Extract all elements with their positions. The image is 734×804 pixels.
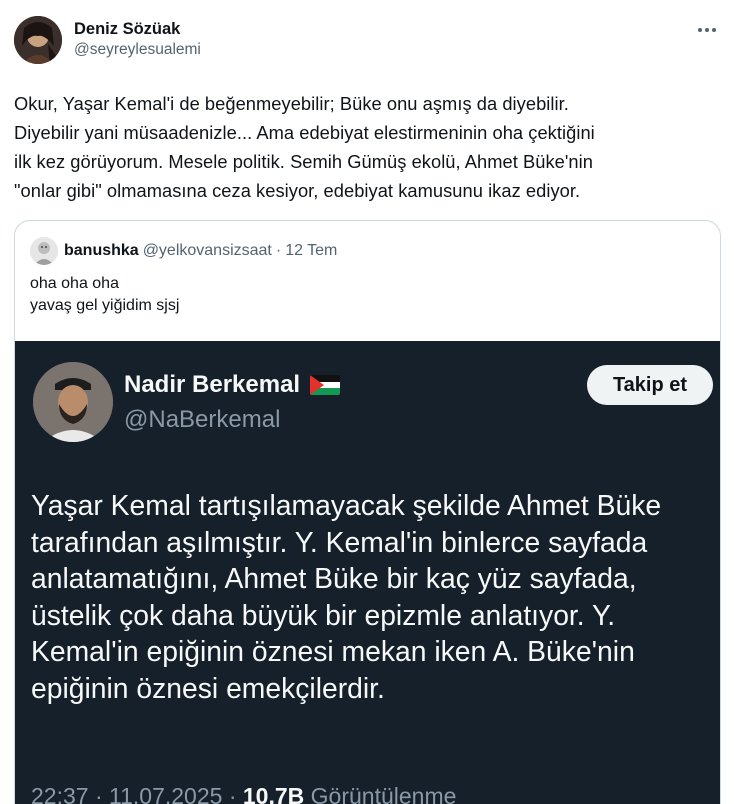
embedded-view-count: 10,7B <box>242 783 305 804</box>
quote-date[interactable]: 12 Tem <box>285 241 337 261</box>
avatar[interactable] <box>14 16 62 64</box>
embedded-date: 11.07.2025 <box>109 783 223 804</box>
embedded-time: 22:37 <box>31 783 89 804</box>
quote-text: oha oha oha yavaş gel yiğidim sjsj <box>30 275 180 314</box>
separator-dot: · <box>275 242 282 259</box>
quote-header: banushka @yelkovansizsaat · 12 Tem <box>30 237 337 265</box>
tweet-author: Deniz Sözüak @seyreylesualemi <box>14 16 201 64</box>
embedded-tweet-text: Yaşar Kemal tartışılamayacak şekilde Ahm… <box>31 489 662 704</box>
embedded-avatar <box>33 362 113 442</box>
author-handle[interactable]: @seyreylesualemi <box>74 40 201 60</box>
more-options-icon[interactable] <box>696 22 718 38</box>
embedded-views-label: Görüntülenme <box>310 783 457 804</box>
palestine-flag-icon <box>310 375 341 395</box>
separator-dot: · <box>94 783 103 804</box>
quote-media-image[interactable]: Nadir Berkemal @NaBerkemal Takip et Yaşa… <box>15 341 720 804</box>
separator-dot: · <box>228 783 237 804</box>
quote-author-handle[interactable]: @yelkovansizsaat <box>143 241 272 261</box>
quote-avatar[interactable] <box>30 237 58 265</box>
author-name[interactable]: Deniz Sözüak <box>74 19 201 39</box>
embedded-author-handle: @NaBerkemal <box>124 406 281 433</box>
tweet-text: Okur, Yaşar Kemal'i de beğenmeyebilir; B… <box>14 93 595 201</box>
quote-author-name[interactable]: banushka <box>64 241 139 261</box>
embedded-tweet-meta: 22:37 · 11.07.2025 · 10,7B Görüntülenme <box>31 781 456 804</box>
quote-tweet-card[interactable]: banushka @yelkovansizsaat · 12 Tem oha o… <box>14 220 721 804</box>
embedded-name-text: Nadir Berkemal <box>124 371 301 398</box>
follow-button: Takip et <box>587 365 713 405</box>
embedded-author-name: Nadir Berkemal <box>124 370 341 400</box>
